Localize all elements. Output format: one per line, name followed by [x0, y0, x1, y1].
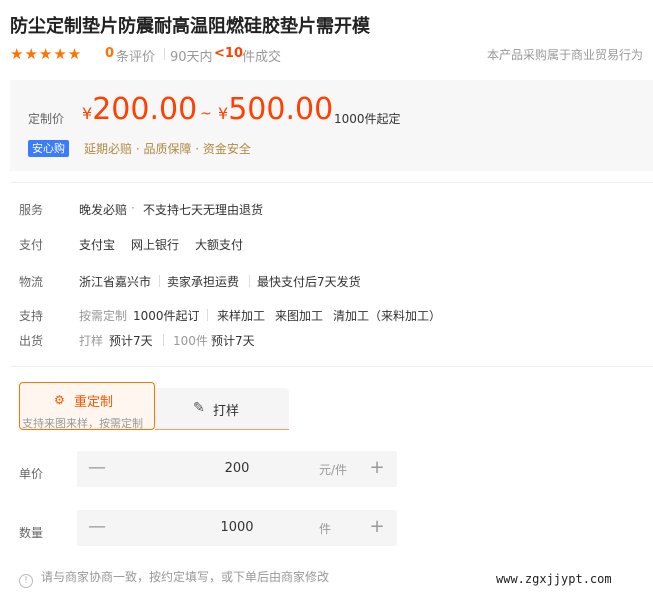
- tab-proof[interactable]: ✎ 打样: [155, 388, 289, 430]
- quantity-input[interactable]: 1000: [197, 520, 277, 535]
- support-label: 支持: [19, 309, 44, 323]
- divider: [10, 182, 653, 183]
- tab-custom-sub: 支持来图来样，按需定制: [22, 417, 143, 430]
- tools-icon: ✎: [193, 400, 205, 416]
- rating-stars-icon: ★★★★★: [10, 45, 83, 63]
- unit-price-minus-button[interactable]: —: [87, 459, 107, 479]
- shipping-row: 出货 打样 预计7天 100件 预计7天: [19, 332, 619, 348]
- tip-text: 请与商家协商一致，按约定填写，或下单后由商家修改: [41, 570, 330, 584]
- review-count[interactable]: 0: [105, 46, 114, 61]
- logistics-item: 最快支付后7天发货: [257, 275, 361, 289]
- logistics-row: 物流 浙江省嘉兴市 卖家承担运费 最快支付后7天发货: [19, 273, 619, 289]
- divider: [164, 48, 165, 60]
- quantity-stepper: — 1000 件 +: [77, 510, 397, 546]
- tab-proof-label: 打样: [213, 404, 240, 419]
- shipping-item: 预计7天: [109, 334, 153, 348]
- info-icon: !: [19, 574, 33, 588]
- divider: [163, 334, 164, 346]
- divider: [249, 275, 250, 287]
- payment-label: 支付: [19, 238, 44, 252]
- watermark: www.zgxjjypt.com: [496, 572, 612, 586]
- payment-row: 支付 支付宝 网上银行 大额支付: [19, 236, 619, 252]
- tip: ! 请与商家协商一致，按约定填写，或下单后由商家修改: [19, 568, 329, 588]
- anxin-badge[interactable]: 安心购: [28, 140, 69, 157]
- service-dot: ·: [131, 201, 135, 215]
- logistics-item: 浙江省嘉兴市: [79, 275, 152, 289]
- guarantee-text[interactable]: 延期必赔 · 品质保障 · 资金安全: [84, 140, 251, 157]
- service-item: 晚发必赔: [79, 203, 128, 217]
- rating-row: ★★★★★ 0 条评价 90天内 <10 件成交 本产品采购属于商业贸易行为: [10, 44, 643, 65]
- service-item: 不支持七天无理由退货: [143, 203, 264, 217]
- support-item: 来样加工: [217, 309, 266, 323]
- unit-price-unit: 元/件: [319, 463, 348, 477]
- service-label: 服务: [19, 203, 44, 217]
- shipping-label: 出货: [19, 334, 44, 348]
- unit-price-plus-button[interactable]: +: [367, 459, 387, 479]
- payment-item: 大额支付: [195, 238, 244, 252]
- shipping-item: 100件: [173, 334, 208, 348]
- support-item: 来图加工: [275, 309, 324, 323]
- payment-item: 网上银行: [131, 238, 180, 252]
- divider: [207, 309, 208, 321]
- trade-note: 本产品采购属于商业贸易行为: [486, 48, 643, 62]
- payment-item: 支付宝: [79, 238, 116, 252]
- price-min: ¥200.00: [82, 92, 198, 127]
- support-item: 按需定制: [79, 309, 128, 323]
- support-item: 1000件起订: [133, 309, 200, 323]
- deal-count-label: 件成交: [242, 50, 282, 65]
- product-title: 防尘定制垫片防震耐高温阻燃硅胶垫片需开模: [10, 16, 370, 37]
- divider: [159, 275, 160, 287]
- price-tilde: ~: [200, 106, 212, 122]
- unit-price-stepper: — 200 元/件 +: [77, 451, 397, 487]
- shipping-item: 预计7天: [211, 334, 255, 348]
- support-row: 支持 按需定制 1000件起订 来样加工 来图加工 清加工（来料加工）: [19, 307, 619, 323]
- review-count-label[interactable]: 条评价: [116, 46, 155, 65]
- shipping-item: 打样: [79, 334, 104, 348]
- service-row: 服务 晚发必赔 · 不支持七天无理由退货: [19, 201, 619, 217]
- logistics-label: 物流: [19, 275, 44, 289]
- quantity-minus-button[interactable]: —: [87, 518, 107, 538]
- logistics-item: 卖家承担运费: [167, 275, 240, 289]
- tab-custom[interactable]: ⚙ 重定制 支持来图来样，按需定制: [19, 382, 155, 430]
- price-box: 定制价 ¥200.00 ~ ¥500.00 1000件起定 安心购 延期必赔 ·…: [10, 80, 653, 171]
- sliders-icon: ⚙: [54, 393, 65, 407]
- divider: [10, 366, 653, 367]
- quantity-label: 数量: [19, 526, 44, 540]
- quantity-plus-button[interactable]: +: [367, 518, 387, 538]
- quantity-unit: 件: [319, 522, 332, 536]
- moq-text: 1000件起定: [334, 112, 401, 126]
- support-item: 清加工（来料加工）: [333, 309, 442, 323]
- deal-count: <10: [214, 46, 243, 61]
- tab-custom-label: 重定制: [74, 395, 114, 410]
- price-label: 定制价: [28, 112, 65, 126]
- deal-period: 90天内: [170, 50, 213, 65]
- unit-price-input[interactable]: 200: [197, 461, 277, 476]
- unit-price-label: 单价: [19, 467, 44, 481]
- price-max: ¥500.00: [218, 92, 334, 127]
